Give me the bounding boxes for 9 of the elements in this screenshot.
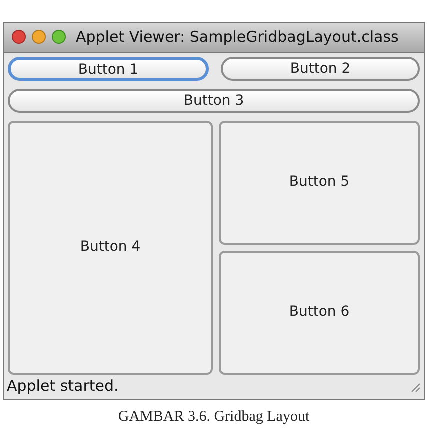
push-button[interactable]: Button 5 — [219, 120, 420, 245]
push-button[interactable]: Button 3 — [8, 88, 420, 113]
window-title: Applet Viewer: SampleGridbagLayout.class — [76, 26, 399, 48]
push-button[interactable]: Button 6 — [219, 250, 420, 375]
push-button[interactable]: Button 2 — [221, 56, 420, 81]
push-button[interactable]: Button 4 — [8, 120, 213, 374]
status-text: Applet started. — [7, 376, 119, 398]
figure-caption: GAMBAR 3.6. Gridbag Layout — [118, 408, 310, 426]
push-button[interactable]: Button 1 — [8, 56, 209, 81]
